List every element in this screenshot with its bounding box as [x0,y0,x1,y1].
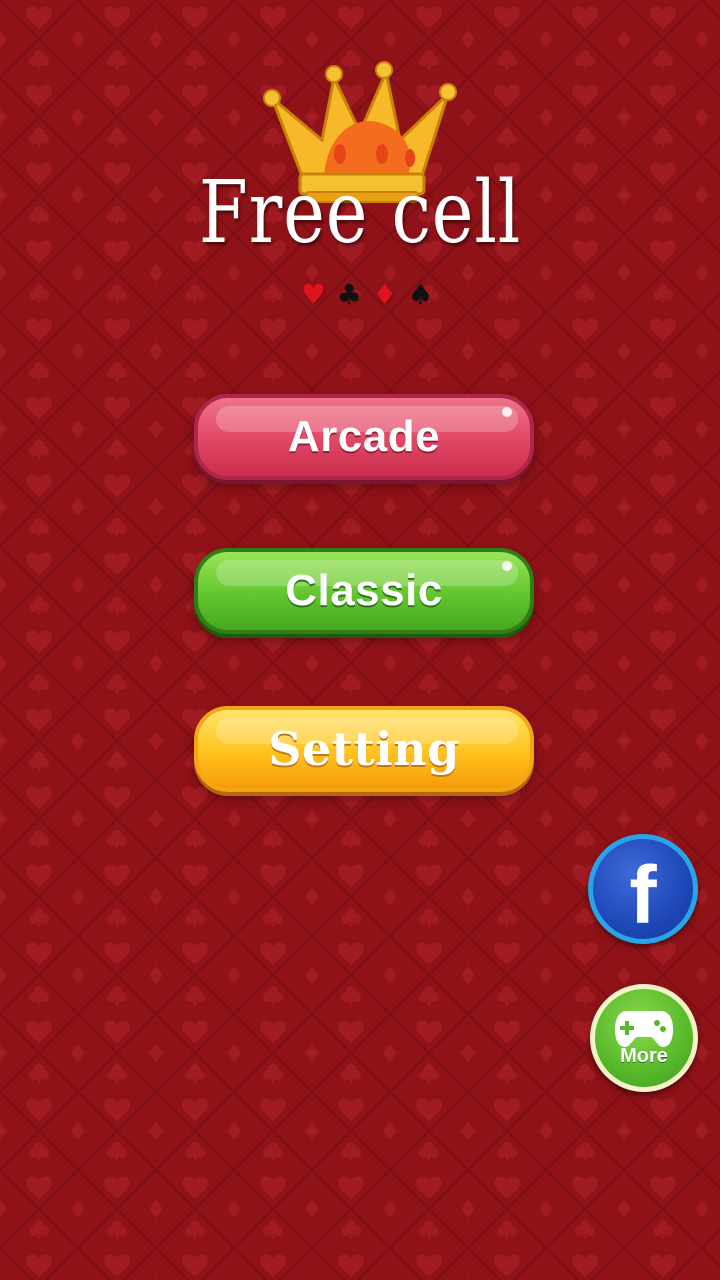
gamepad-icon [615,1011,673,1047]
button-sparkle [502,561,512,571]
suit-row: ♥ ♣ ♦ ♠ [296,280,438,310]
arcade-button[interactable]: Arcade [194,394,534,480]
classic-button[interactable]: Classic [194,548,534,634]
more-games-button[interactable]: More [590,984,698,1092]
classic-button-label: Classic [285,566,443,615]
spade-icon: ♠ [407,278,434,311]
more-games-label: More [620,1045,668,1067]
setting-button[interactable]: Setting [194,706,534,792]
heart-icon: ♥ [300,278,327,311]
game-title: Free cell [198,163,522,263]
button-sparkle [502,407,512,417]
diamond-icon: ♦ [372,278,398,311]
club-icon: ♣ [336,278,362,311]
setting-button-label: Setting [268,722,460,776]
facebook-button[interactable]: f [588,834,698,944]
facebook-icon: f [629,850,657,941]
arcade-button-label: Arcade [287,412,441,461]
